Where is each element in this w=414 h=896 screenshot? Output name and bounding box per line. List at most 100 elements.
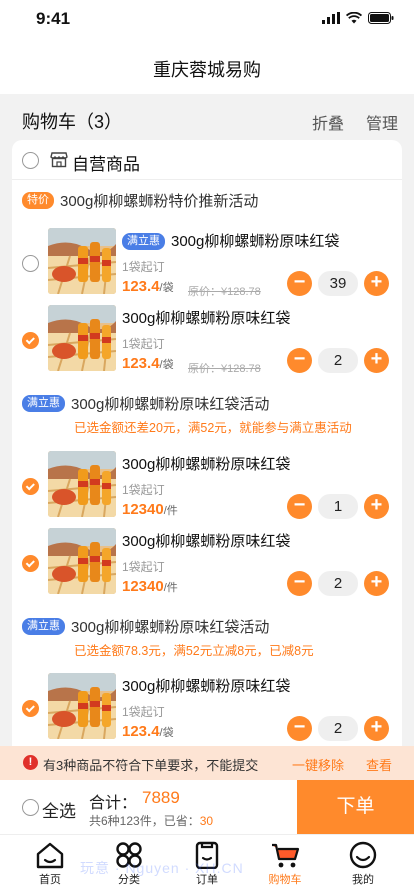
promo-note: 已选金额还差20元，满52元，就能参与满立惠活动 (74, 421, 352, 435)
store-name: 自营商品 (72, 155, 140, 174)
product-name: 300g柳柳螺蛳粉原味红袋 (122, 678, 291, 695)
select-all-checkbox[interactable] (22, 799, 39, 816)
store-row: 自营商品 (12, 140, 402, 180)
price-value: 123.4 (122, 723, 160, 740)
quantity-stepper: − 39 + (287, 271, 389, 296)
min-order: 1袋起订 (122, 705, 165, 719)
minus-button[interactable]: − (287, 716, 312, 741)
select-all-label[interactable]: 全选 (42, 797, 76, 822)
page-title: 重庆蓉城易购 (153, 60, 261, 80)
view-button[interactable]: 查看 (366, 755, 392, 774)
price-value: 123.4 (122, 355, 160, 372)
store-icon (50, 152, 68, 168)
tab-label: 首页 (39, 874, 61, 886)
item-checkbox[interactable] (22, 478, 39, 495)
product-name: 300g柳柳螺蛳粉原味红袋 (122, 456, 291, 473)
item-promo-badge: 满立惠 (122, 233, 165, 250)
product-image[interactable] (48, 305, 116, 371)
store-checkbox[interactable] (22, 152, 39, 169)
nav-bar: 重庆蓉城易购 (0, 44, 414, 94)
warning-bar: ! 有3种商品不符合下单要求，不能提交 一键移除 查看 (0, 746, 414, 780)
cart-title: 购物车（3） (22, 112, 123, 132)
product-image[interactable] (48, 528, 116, 594)
tab-profile[interactable]: 我的 (323, 841, 403, 887)
plus-button[interactable]: + (364, 271, 389, 296)
minus-button[interactable]: − (287, 494, 312, 519)
item-checkbox[interactable] (22, 555, 39, 572)
list-item[interactable]: 300g柳柳螺蛳粉原味红袋 1袋起订 12340/件 − 1 + (12, 451, 402, 527)
alert-icon: ! (23, 755, 38, 770)
item-checkbox[interactable] (22, 700, 39, 717)
price-unit: /袋 (159, 282, 174, 294)
minus-button[interactable]: − (287, 271, 312, 296)
product-name: 300g柳柳螺蛳粉原味红袋 (122, 310, 291, 327)
quantity-stepper: − 2 + (287, 348, 389, 373)
quantity-stepper: − 1 + (287, 494, 389, 519)
plus-button[interactable]: + (364, 494, 389, 519)
submit-order-button[interactable]: 下单 (297, 780, 414, 834)
min-order: 1袋起订 (122, 483, 165, 497)
status-time: 9:41 (36, 9, 71, 28)
product-image[interactable] (48, 673, 116, 739)
item-checkbox[interactable] (22, 255, 39, 272)
promo-header: 满立惠 300g柳柳螺蛳粉原味红袋活动 (12, 614, 402, 640)
total-value: 7889 (142, 788, 180, 807)
remove-all-button[interactable]: 一键移除 (292, 755, 344, 774)
price: 123.4/袋 (122, 278, 174, 295)
min-order: 1袋起订 (122, 337, 165, 351)
quantity-value[interactable]: 2 (318, 348, 358, 373)
promo-title: 300g柳柳螺蛳粉特价推新活动 (60, 193, 259, 210)
minus-button[interactable]: − (287, 348, 312, 373)
fold-button[interactable]: 折叠 (312, 110, 344, 134)
tab-home[interactable]: 首页 (10, 841, 90, 887)
list-item[interactable]: 300g柳柳螺蛳粉原味红袋 1袋起订 123.4/袋 − 2 + (12, 673, 402, 746)
plus-button[interactable]: + (364, 716, 389, 741)
list-item[interactable]: 满立惠 300g柳柳螺蛳粉原味红袋 1袋起订 123.4/袋 原价：¥128.78… (12, 228, 402, 304)
quantity-value[interactable]: 2 (318, 716, 358, 741)
promo-title: 300g柳柳螺蛳粉原味红袋活动 (71, 619, 270, 636)
product-name-text: 300g柳柳螺蛳粉原味红袋 (171, 233, 340, 250)
promo-badge: 满立惠 (22, 618, 65, 635)
total-label: 合计： (89, 795, 138, 812)
tab-label: 购物车 (268, 874, 302, 886)
profile-icon (349, 841, 377, 869)
tab-cart[interactable]: 购物车 (245, 841, 325, 887)
checkout-bar: 全选 合计： 7889 共6种123件，已省：30 下单 (0, 780, 414, 834)
quantity-value[interactable]: 2 (318, 571, 358, 596)
promo-header: 满立惠 300g柳柳螺蛳粉原味红袋活动 (12, 391, 402, 417)
promo-badge: 特价 (22, 192, 54, 209)
price-unit: /件 (163, 582, 178, 594)
manage-button[interactable]: 管理 (366, 110, 398, 134)
promo-title: 300g柳柳螺蛳粉原味红袋活动 (71, 396, 270, 413)
price: 123.4/袋 (122, 723, 174, 740)
price-unit: /袋 (159, 359, 174, 371)
price-value: 12340 (122, 578, 164, 595)
original-price: 原价：¥128.78 (188, 363, 261, 375)
quantity-stepper: − 2 + (287, 571, 389, 596)
price-value: 123.4 (122, 278, 160, 295)
quantity-value[interactable]: 1 (318, 494, 358, 519)
price-unit: /袋 (159, 727, 174, 739)
cart-actions: 折叠 管理 (312, 110, 398, 134)
product-name: 满立惠 300g柳柳螺蛳粉原味红袋 (122, 230, 339, 251)
promo-badge: 满立惠 (22, 395, 65, 412)
product-image[interactable] (48, 451, 116, 517)
plus-button[interactable]: + (364, 571, 389, 596)
quantity-value[interactable]: 39 (318, 271, 358, 296)
item-checkbox[interactable] (22, 332, 39, 349)
list-item[interactable]: 300g柳柳螺蛳粉原味红袋 1袋起订 123.4/袋 原价：¥128.78 − … (12, 305, 402, 381)
cart-icon (272, 843, 300, 868)
cart-header: 购物车（3） 折叠 管理 (0, 94, 414, 140)
product-image[interactable] (48, 228, 116, 294)
list-item[interactable]: 300g柳柳螺蛳粉原味红袋 1袋起订 12340/件 − 2 + (12, 528, 402, 604)
summary-text: 共6种123件，已省： (89, 814, 200, 828)
saved-amount: 30 (199, 814, 214, 828)
price-unit: /件 (163, 505, 178, 517)
plus-button[interactable]: + (364, 348, 389, 373)
status-bar: 9:41 (0, 0, 414, 44)
home-icon (36, 842, 64, 869)
quantity-stepper: − 2 + (287, 716, 389, 741)
signal-icon (322, 12, 340, 24)
minus-button[interactable]: − (287, 571, 312, 596)
price: 12340/件 (122, 501, 178, 518)
